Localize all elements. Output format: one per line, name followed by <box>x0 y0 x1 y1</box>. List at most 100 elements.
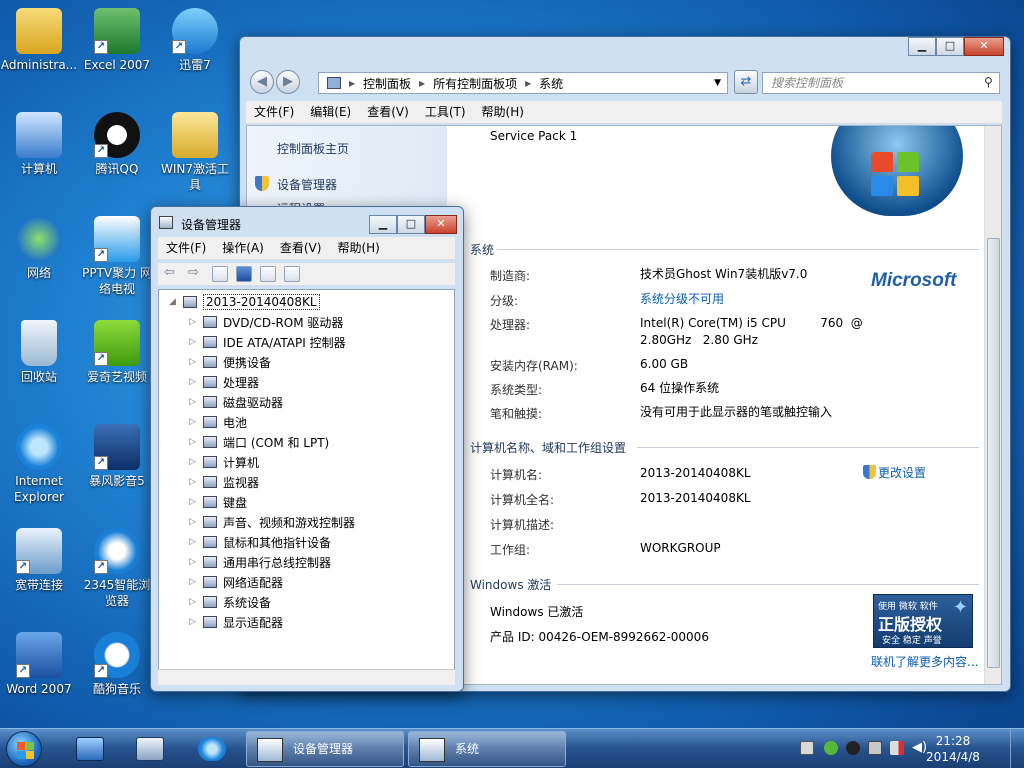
expand-arrow-icon[interactable]: ▷ <box>189 557 203 567</box>
desktop-icon-qq[interactable]: ↗ 腾讯QQ <box>78 112 156 177</box>
breadcrumb-item[interactable]: 所有控制面板项 <box>433 75 517 92</box>
breadcrumb-item[interactable]: 系统 <box>539 75 563 92</box>
menu-view[interactable]: 查看(V) <box>272 237 330 259</box>
tree-item[interactable]: ▷ 处理器 <box>189 372 259 392</box>
link-device-manager[interactable]: 设备管理器 <box>277 176 337 193</box>
desktop-icon-kugou[interactable]: ↗ 酷狗音乐 <box>78 632 156 697</box>
link-control-panel-home[interactable]: 控制面板主页 <box>277 140 349 157</box>
tree-item[interactable]: ▷ 系统设备 <box>189 592 271 612</box>
clock[interactable]: 21:28 2014/4/8 <box>918 733 988 765</box>
tree-item[interactable]: ▷ 声音、视频和游戏控制器 <box>189 512 355 532</box>
menu-file[interactable]: 文件(F) <box>158 237 214 259</box>
desktop-icon-word[interactable]: ↗ Word 2007 <box>0 632 78 697</box>
network-status-icon[interactable] <box>868 741 882 755</box>
expand-arrow-icon[interactable]: ▷ <box>189 417 203 427</box>
menu-action[interactable]: 操作(A) <box>214 237 272 259</box>
taskbar-pin-ie[interactable] <box>184 731 240 767</box>
help-icon[interactable] <box>236 266 252 282</box>
expand-arrow-icon[interactable]: ▷ <box>189 617 203 627</box>
search-input[interactable]: 搜索控制面板 <box>762 72 1000 94</box>
tree-item[interactable]: ▷ 网络适配器 <box>189 572 283 592</box>
tree-item[interactable]: ▷ 磁盘驱动器 <box>189 392 283 412</box>
breadcrumb-item[interactable]: 控制面板 <box>363 75 411 92</box>
desktop-icon-broadband[interactable]: ↗ 宽带连接 <box>0 528 78 593</box>
expand-arrow-icon[interactable]: ▷ <box>189 357 203 367</box>
show-hidden-icon[interactable] <box>260 266 276 282</box>
desktop-icon-browser-2345[interactable]: ↗ 2345智能浏览器 <box>78 528 156 609</box>
refresh-button[interactable]: ⇄ <box>734 70 758 94</box>
expand-arrow-icon[interactable]: ▷ <box>189 597 203 607</box>
show-desktop-button[interactable] <box>1010 729 1024 768</box>
tree-item[interactable]: ▷ 鼠标和其他指针设备 <box>189 532 331 552</box>
expand-arrow-icon[interactable]: ▷ <box>189 377 203 387</box>
menu-tools[interactable]: 工具(T) <box>417 101 474 123</box>
collapse-arrow-icon[interactable]: ◢ <box>169 297 183 307</box>
expand-arrow-icon[interactable]: ▷ <box>189 577 203 587</box>
menu-view[interactable]: 查看(V) <box>359 101 417 123</box>
security-icon[interactable] <box>824 741 838 755</box>
start-button[interactable] <box>6 731 42 767</box>
back-arrow-icon[interactable]: ⇦ <box>164 266 180 282</box>
desktop-icon-recycle-bin[interactable]: 回收站 <box>0 320 78 385</box>
action-center-icon[interactable] <box>890 741 904 755</box>
rating-link[interactable]: 系统分级不可用 <box>640 291 724 308</box>
properties-icon[interactable] <box>212 266 228 282</box>
more-online-link[interactable]: 联机了解更多内容... <box>871 654 978 671</box>
desktop-icon-excel[interactable]: ↗ Excel 2007 <box>78 8 156 73</box>
tree-item[interactable]: ▷ 监视器 <box>189 472 259 492</box>
tree-item[interactable]: ▷ 端口 (COM 和 LPT) <box>189 432 329 452</box>
desktop-icon-xunlei[interactable]: ↗ 迅雷7 <box>156 8 234 73</box>
desktop-icon-baofeng[interactable]: ↗ 暴风影音5 <box>78 424 156 489</box>
tree-item[interactable]: ▷ DVD/CD-ROM 驱动器 <box>189 312 343 332</box>
tree-item[interactable]: ▷ 键盘 <box>189 492 247 512</box>
taskbar-button-system[interactable]: 系统 <box>408 731 566 767</box>
taskbar-button-device-manager[interactable]: 设备管理器 <box>246 731 404 767</box>
search-icon[interactable]: ⚲ <box>984 75 993 89</box>
tree-item[interactable]: ▷ 通用串行总线控制器 <box>189 552 331 572</box>
menu-edit[interactable]: 编辑(E) <box>302 101 359 123</box>
forward-button[interactable]: ▶ <box>276 70 300 94</box>
tree-item[interactable]: ▷ 计算机 <box>189 452 259 472</box>
qq-tray-icon[interactable] <box>846 741 860 755</box>
desktop-icon-iqiyi[interactable]: ↗ 爱奇艺视频 <box>78 320 156 385</box>
tree-item[interactable]: ▷ 电池 <box>189 412 247 432</box>
expand-arrow-icon[interactable]: ▷ <box>189 437 203 447</box>
desktop-icon-network[interactable]: 网络 <box>0 216 78 281</box>
scrollbar-thumb[interactable] <box>987 238 1000 668</box>
taskbar-pin-desktop[interactable] <box>62 731 118 767</box>
back-button[interactable]: ◀ <box>250 70 274 94</box>
device-manager-window[interactable]: 设备管理器 ▁ □ ✕ 文件(F) 操作(A) 查看(V) 帮助(H) ⇦ ⇨ … <box>150 206 464 692</box>
minimize-button[interactable]: ▁ <box>369 215 397 234</box>
expand-arrow-icon[interactable]: ▷ <box>189 317 203 327</box>
tree-item[interactable]: ▷ 便携设备 <box>189 352 271 372</box>
desktop-icon-win7-activator[interactable]: WIN7激活工具 <box>156 112 234 193</box>
expand-arrow-icon[interactable]: ▷ <box>189 537 203 547</box>
desktop-icon-computer[interactable]: 计算机 <box>0 112 78 177</box>
menu-file[interactable]: 文件(F) <box>246 101 302 123</box>
tree-root[interactable]: ◢ 2013-20140408KL <box>169 292 320 312</box>
desktop-icon-ie[interactable]: Internet Explorer <box>0 424 78 505</box>
menu-help[interactable]: 帮助(H) <box>474 101 532 123</box>
expand-arrow-icon[interactable]: ▷ <box>189 497 203 507</box>
minimize-button[interactable]: ▁ <box>908 37 936 56</box>
keyboard-icon[interactable] <box>800 741 814 755</box>
forward-arrow-icon[interactable]: ⇨ <box>188 266 204 282</box>
taskbar-pin-switch[interactable] <box>122 731 178 767</box>
menu-help[interactable]: 帮助(H) <box>329 237 387 259</box>
tree-item[interactable]: ▷ IDE ATA/ATAPI 控制器 <box>189 332 346 352</box>
expand-arrow-icon[interactable]: ▷ <box>189 477 203 487</box>
expand-arrow-icon[interactable]: ▷ <box>189 457 203 467</box>
expand-arrow-icon[interactable]: ▷ <box>189 337 203 347</box>
desktop-icon-administrator[interactable]: Administra... <box>0 8 78 73</box>
expand-arrow-icon[interactable]: ▷ <box>189 397 203 407</box>
desktop-icon-pptv[interactable]: ↗ PPTV聚力 网络电视 <box>78 216 156 297</box>
expand-arrow-icon[interactable]: ▷ <box>189 517 203 527</box>
scan-hardware-icon[interactable] <box>284 266 300 282</box>
close-button[interactable]: ✕ <box>964 37 1004 56</box>
breadcrumb[interactable]: ▸ 控制面板 ▸ 所有控制面板项 ▸ 系统 ▼ <box>318 72 728 94</box>
vertical-scrollbar[interactable] <box>984 126 1001 684</box>
genuine-badge[interactable]: 使用 微软 软件 正版授权 安全 稳定 声誉 ✦ <box>873 594 973 648</box>
maximize-button[interactable]: □ <box>397 215 425 234</box>
maximize-button[interactable]: □ <box>936 37 964 56</box>
tree-item[interactable]: ▷ 显示适配器 <box>189 612 283 632</box>
